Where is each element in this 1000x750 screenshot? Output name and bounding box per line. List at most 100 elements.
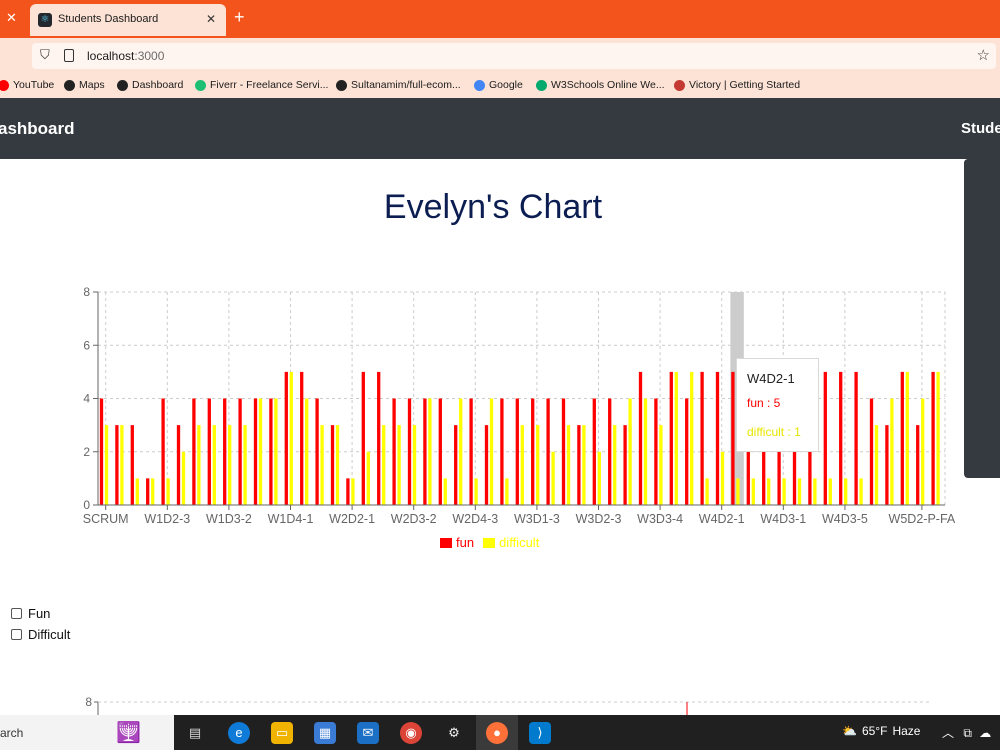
bar-fun: [438, 398, 442, 505]
taskbar-weather[interactable]: ⛅ 65°F Haze: [842, 724, 920, 738]
bar-fun: [300, 371, 304, 505]
bar-difficult: [628, 398, 632, 505]
bar-difficult: [782, 478, 786, 505]
bookmark-item[interactable]: Dashboard: [117, 79, 183, 91]
x-tick-label: W5D2-P-FA: [889, 512, 956, 526]
menorah-icon: 🕎: [116, 722, 141, 744]
bar-difficult: [582, 425, 586, 505]
bar-fun: [669, 371, 673, 505]
victory-icon: [674, 79, 685, 91]
x-tick-label: W1D2-3: [144, 512, 190, 526]
bar-difficult: [797, 478, 802, 505]
bar-difficult: [643, 398, 648, 505]
bookmark-item[interactable]: Google: [474, 79, 523, 91]
bar-difficult: [428, 398, 432, 505]
bar-difficult: [166, 478, 170, 505]
bar-difficult: [566, 425, 571, 505]
bar-fun: [916, 425, 920, 505]
bar-fun: [115, 425, 119, 505]
system-tray[interactable]: ︿ ⧉ ☁: [942, 724, 991, 741]
bookmark-item[interactable]: Maps: [64, 79, 105, 91]
bar-difficult: [212, 425, 216, 505]
bar-fun: [638, 371, 643, 505]
bar-difficult: [104, 425, 109, 505]
bar-fun: [423, 398, 427, 505]
firefox-icon[interactable]: ●: [486, 722, 508, 744]
filter-label: Fun: [28, 606, 51, 621]
tooltip-difficult-value: difficult : 1: [747, 425, 801, 439]
bookmark-item[interactable]: YouTube: [0, 79, 54, 91]
filter-difficult[interactable]: Difficult: [11, 624, 70, 645]
bar-difficult: [289, 371, 293, 505]
tray-icon[interactable]: ⧉: [963, 726, 972, 740]
bar-fun: [377, 371, 381, 505]
bar-fun: [454, 425, 458, 505]
difficult-checkbox[interactable]: [11, 629, 22, 640]
mail-icon[interactable]: ✉: [357, 722, 379, 744]
tooltip-fun-value: fun : 5: [747, 396, 781, 410]
y-tick-label: 0: [83, 498, 90, 512]
x-tick-label: SCRUM: [83, 512, 129, 526]
bar-fun: [146, 478, 150, 505]
task-view-icon[interactable]: ▤: [184, 722, 206, 744]
bar-fun: [161, 398, 165, 505]
filter-fun[interactable]: Fun: [11, 603, 70, 624]
browser-toolbar: ⛉ localhost:3000 ☆: [0, 38, 1000, 74]
vscode-icon[interactable]: ⟩: [529, 722, 551, 744]
bar-difficult: [335, 425, 340, 505]
new-tab-plus-icon[interactable]: +: [234, 7, 245, 28]
bookmark-item[interactable]: W3Schools Online We...: [536, 79, 665, 91]
bookmark-label: Google: [489, 79, 523, 91]
bar-fun: [685, 398, 689, 505]
tab-title: Students Dashboard: [58, 13, 159, 25]
nav-link-students[interactable]: Stude: [961, 120, 1000, 137]
tab-close-icon[interactable]: ✕: [206, 12, 216, 26]
cloud-icon[interactable]: ☁: [979, 726, 991, 740]
bookmark-item[interactable]: Sultanamim/full-ecom...: [336, 79, 461, 91]
github-icon: [336, 79, 347, 91]
fiverr-icon: [195, 79, 206, 91]
url-text[interactable]: localhost:3000: [87, 49, 164, 63]
bar-fun: [546, 398, 550, 505]
bar-fun: [330, 425, 335, 505]
legend-swatch-fun: [440, 537, 452, 548]
legend-item-fun[interactable]: fun: [440, 535, 474, 550]
browser-tab-strip: ✕ ⚛ Students Dashboard ✕ +: [0, 0, 1000, 38]
weather-temp: 65°F: [861, 724, 888, 738]
browser-tab-active[interactable]: ⚛ Students Dashboard ✕: [30, 4, 226, 36]
settings-gear-icon[interactable]: ⚙: [443, 722, 465, 744]
fun-checkbox[interactable]: [11, 608, 22, 619]
bookmark-item[interactable]: Victory | Getting Started: [674, 79, 800, 91]
page-icon: [64, 49, 74, 62]
store-icon[interactable]: ▦: [314, 722, 336, 744]
x-tick-label: W2D2-1: [329, 512, 375, 526]
navbar-brand[interactable]: ashboard: [0, 119, 75, 139]
filter-checkboxes: Fun Difficult: [11, 603, 70, 645]
shield-icon[interactable]: ⛉: [40, 47, 50, 63]
bar-fun: [885, 425, 889, 505]
bar-difficult: [397, 425, 401, 505]
file-explorer-icon[interactable]: ▭: [271, 722, 293, 744]
bar-difficult: [459, 398, 463, 505]
bookmark-star-icon[interactable]: ☆: [977, 46, 990, 64]
x-tick-label: W4D2-1: [699, 512, 745, 526]
bar-difficult: [751, 478, 755, 505]
bar-chart[interactable]: 0 2 4 6 8 SCRUM W1D2-3 W1D3-2 W1D4-1 W2D2-1 W2D3-2…: [0, 280, 986, 530]
bar-difficult: [828, 478, 832, 505]
chrome-icon[interactable]: ◉: [400, 722, 422, 744]
taskbar-search[interactable]: arch 🕎: [0, 715, 174, 750]
close-icon[interactable]: ✕: [6, 10, 17, 26]
bar-difficult: [258, 398, 263, 505]
chevron-up-icon[interactable]: ︿: [942, 726, 954, 740]
url-bar[interactable]: ⛉ localhost:3000 ☆: [32, 43, 996, 69]
legend-item-difficult[interactable]: difficult: [483, 535, 539, 550]
bookmark-label: Sultanamim/full-ecom...: [351, 79, 461, 91]
bookmark-item[interactable]: Fiverr - Freelance Servi...: [195, 79, 328, 91]
bar-difficult: [659, 425, 663, 505]
chart-legend: fun difficult: [440, 535, 548, 550]
search-text: arch: [0, 726, 24, 740]
edge-icon[interactable]: e: [228, 722, 250, 744]
y-tick-label: 6: [83, 338, 90, 352]
weather-icon: ⛅: [842, 724, 857, 738]
bar-difficult: [705, 478, 709, 505]
